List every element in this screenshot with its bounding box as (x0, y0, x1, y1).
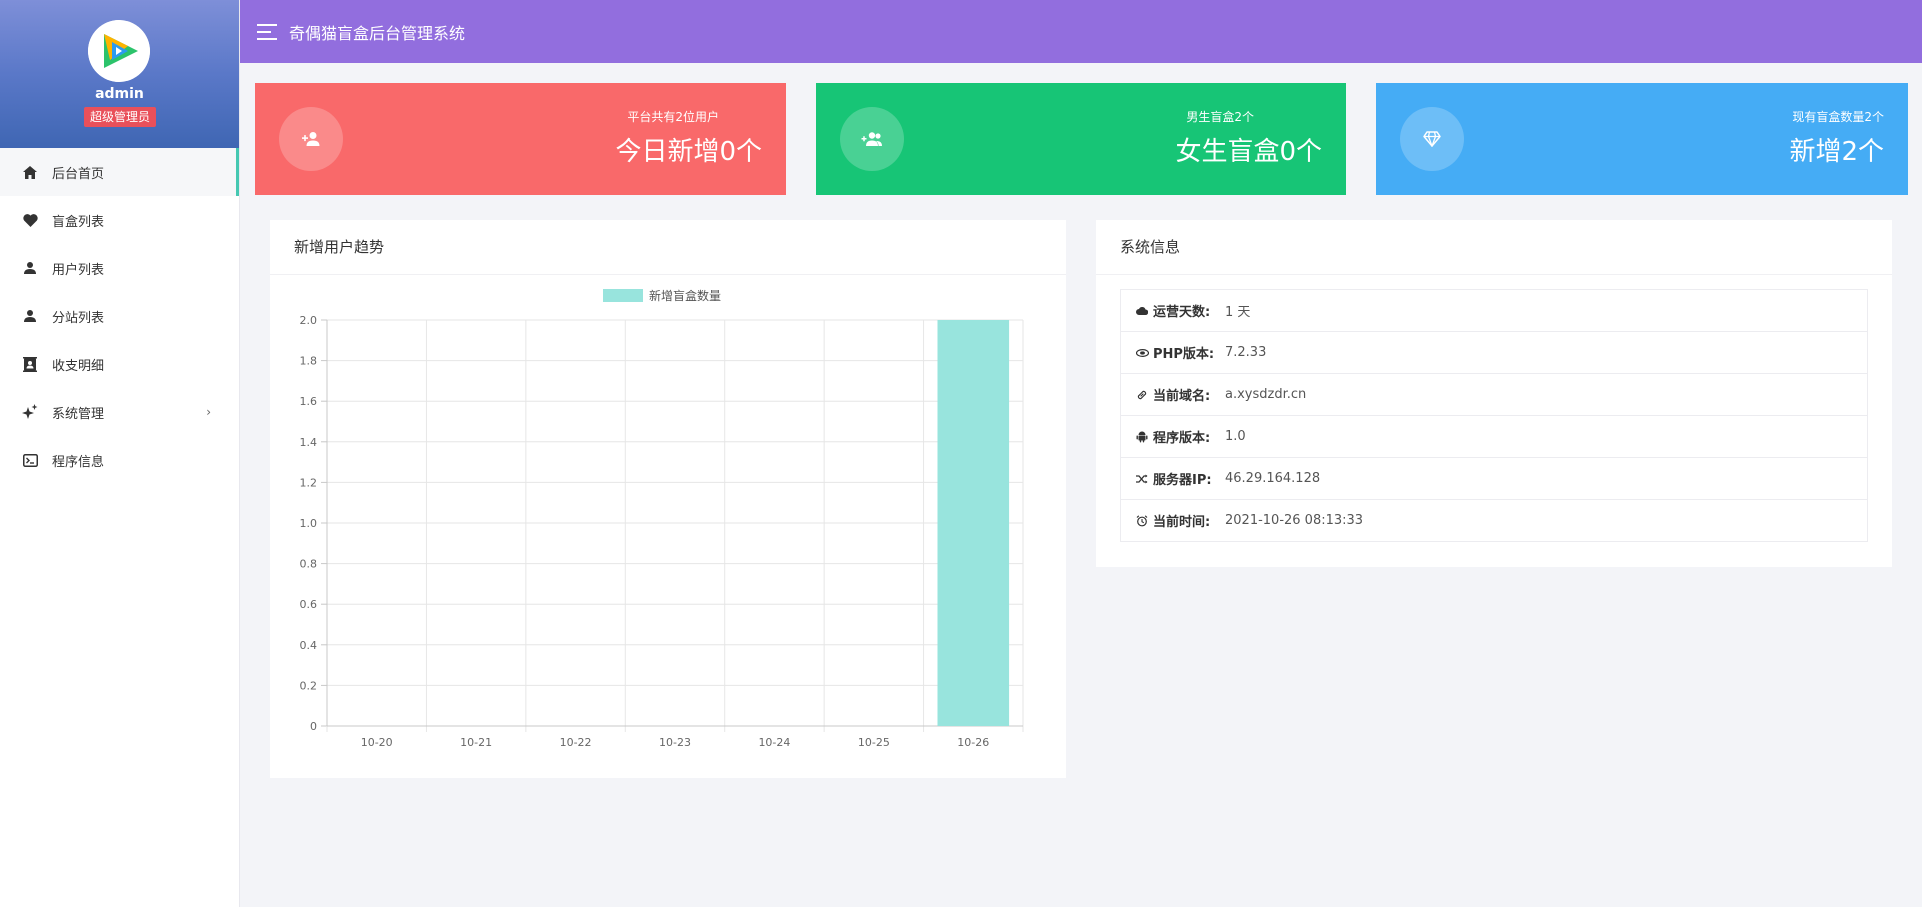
user-trend-chart: 0 0.2 0.4 0.6 0.8 1.0 1.2 1.4 1.6 1.8 2.0 10-20 10-2… (300, 288, 1024, 749)
profile-header: admin 超级管理员 (0, 0, 239, 148)
sidebar-item-user-list[interactable]: 用户列表 (0, 244, 239, 292)
y-tick-label: 1.8 (300, 355, 318, 368)
legend-swatch (603, 289, 643, 302)
username: admin (95, 86, 144, 102)
sidebar-item-label: 系统管理 (52, 406, 105, 422)
android-icon (1135, 430, 1149, 443)
legend-label: 新增盲盒数量 (649, 288, 721, 303)
y-tick-label: 0 (310, 720, 317, 733)
info-row-server-ip: 服务器IP: 46.29.164.128 (1121, 458, 1867, 500)
info-label: 当前域名: (1153, 389, 1211, 404)
add-user-icon (279, 107, 343, 171)
menu-toggle-icon[interactable] (257, 24, 277, 40)
info-label: 当前时间: (1153, 515, 1211, 530)
sidebar-item-blindbox-list[interactable]: 盲盒列表 (0, 196, 239, 244)
stat-card-box-count: 现有盲盒数量2个 新增2个 (1376, 83, 1908, 195)
stat-card-value: 新增2个 (1789, 137, 1884, 167)
x-tick-label: 10-22 (560, 736, 592, 749)
y-tick-label: 0.6 (300, 598, 318, 611)
link-icon (1135, 389, 1149, 401)
sidebar-item-program-info[interactable]: 程序信息 (0, 436, 239, 484)
info-value: 46.29.164.128 (1225, 471, 1321, 486)
group-add-icon (840, 107, 904, 171)
sidebar-item-label: 收支明细 (52, 358, 105, 374)
y-tick-label: 0.4 (300, 639, 318, 652)
chart-bar (937, 320, 1010, 726)
chevron-right-icon: › (206, 405, 211, 419)
eye-icon (1135, 348, 1149, 357)
y-tick-label: 0.8 (300, 558, 318, 571)
panel-title: 新增用户趋势 (270, 220, 1066, 275)
x-tick-label: 10-23 (659, 736, 691, 749)
info-value: 2021-10-26 08:13:33 (1225, 513, 1364, 528)
sidebar-item-label: 盲盒列表 (52, 214, 105, 230)
sidebar-menu: 后台首页 盲盒列表 用户列表 分站列表 收支明细 系统管理 › 程序信息 (0, 148, 239, 484)
stat-card-value: 女生盲盒0个 (1175, 137, 1322, 167)
diamond-icon (1400, 107, 1464, 171)
sidebar-item-substation-list[interactable]: 分站列表 (0, 292, 239, 340)
system-title: 奇偶猫盲盒后台管理系统 (289, 24, 466, 43)
heart-icon (22, 212, 38, 228)
y-tick-label: 1.6 (300, 395, 318, 408)
system-info-table: 运营天数: 1 天 PHP版本: 7.2.33 当前域名: a.xysdzdr.… (1120, 289, 1868, 542)
stat-card-caption: 平台共有2位用户 (627, 110, 719, 124)
y-tick-label: 0.2 (300, 679, 318, 692)
info-row-uptime: 运营天数: 1 天 (1121, 290, 1867, 332)
stat-card-boxes-gender: 男生盲盒2个 女生盲盒0个 (816, 83, 1346, 195)
stat-card-users: 平台共有2位用户 今日新增0个 (255, 83, 786, 195)
info-value: 1.0 (1225, 429, 1246, 444)
role-badge: 超级管理员 (84, 107, 157, 127)
stat-card-caption: 现有盲盒数量2个 (1792, 110, 1884, 124)
info-label: 服务器IP: (1153, 473, 1212, 488)
sparkle-icon (22, 404, 38, 420)
alarm-icon (1135, 514, 1149, 527)
x-tick-label: 10-25 (858, 736, 890, 749)
top-header: 奇偶猫盲盒后台管理系统 (240, 0, 1922, 63)
avatar[interactable] (88, 20, 150, 82)
user-icon (22, 260, 38, 276)
stat-card-caption: 男生盲盒2个 (1186, 110, 1254, 124)
system-info-panel: 系统信息 运营天数: 1 天 PHP版本: 7.2.33 当前域名: a.xys… (1096, 220, 1892, 567)
y-tick-label: 1.4 (300, 436, 318, 449)
x-tick-label: 10-21 (460, 736, 492, 749)
sidebar-item-label: 分站列表 (52, 310, 105, 326)
contact-icon (22, 356, 38, 372)
info-label: PHP版本: (1153, 347, 1215, 362)
sidebar-item-finance[interactable]: 收支明细 (0, 340, 239, 388)
stat-card-value: 今日新增0个 (615, 137, 762, 167)
y-tick-label: 2.0 (300, 314, 318, 327)
sidebar: admin 超级管理员 后台首页 盲盒列表 用户列表 分站列表 收支明细 系统管… (0, 0, 240, 907)
sidebar-item-label: 用户列表 (52, 262, 105, 278)
sidebar-item-home[interactable]: 后台首页 (0, 148, 239, 196)
info-row-program-version: 程序版本: 1.0 (1121, 416, 1867, 458)
cloud-icon (1135, 306, 1149, 315)
panel-title: 系统信息 (1096, 220, 1892, 275)
info-row-current-time: 当前时间: 2021-10-26 08:13:33 (1121, 500, 1867, 541)
info-value: 1 天 (1225, 305, 1251, 320)
y-tick-label: 1.2 (300, 476, 318, 489)
info-row-php-version: PHP版本: 7.2.33 (1121, 332, 1867, 374)
info-value[interactable]: a.xysdzdr.cn (1225, 387, 1306, 402)
info-value: 7.2.33 (1225, 345, 1267, 360)
user-icon (22, 308, 38, 324)
sidebar-item-label: 程序信息 (52, 454, 105, 470)
x-tick-label: 10-20 (361, 736, 393, 749)
x-tick-label: 10-24 (758, 736, 790, 749)
y-tick-label: 1.0 (300, 517, 318, 530)
shuffle-icon (1135, 474, 1149, 484)
info-label: 运营天数: (1153, 305, 1211, 320)
x-tick-label: 10-26 (957, 736, 989, 749)
terminal-icon (22, 452, 38, 468)
sidebar-item-system-management[interactable]: 系统管理 › (0, 388, 239, 436)
info-label: 程序版本: (1153, 431, 1211, 446)
user-trend-panel: 新增用户趋势 0 0.2 0.4 0.6 0.8 1.0 1.2 1.4 1.6 1.8 2.0 10… (270, 220, 1066, 778)
home-icon (22, 164, 38, 180)
info-row-domain: 当前域名: a.xysdzdr.cn (1121, 374, 1867, 416)
sidebar-item-label: 后台首页 (52, 166, 105, 182)
